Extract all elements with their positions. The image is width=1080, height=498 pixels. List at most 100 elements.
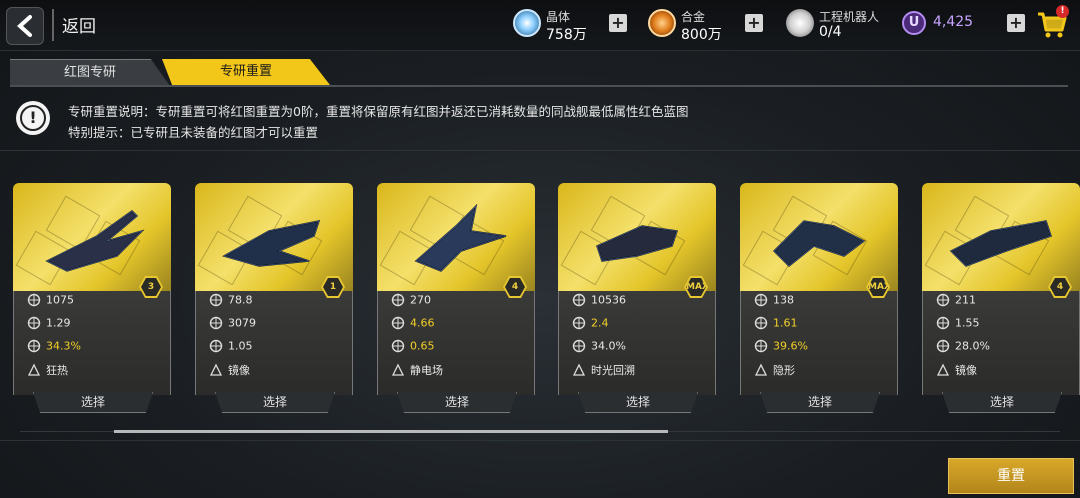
resource-value: 800万 — [681, 27, 722, 43]
stat-value: 28.0% — [955, 339, 990, 353]
skill-row: 静电场 — [391, 362, 443, 378]
stat-row: 34.0% — [572, 339, 626, 355]
stat-value: 39.6% — [773, 339, 808, 353]
rank-badge-label: 4 — [1050, 278, 1070, 296]
crystal-resource: 晶体 758万 — [513, 6, 613, 44]
blueprint-card[interactable]: MAX 10536 2.4 34.0% 时光回溯 选择 — [558, 183, 716, 413]
speed-icon — [572, 339, 586, 353]
stat-row: 3079 — [209, 316, 256, 332]
ammo-icon — [391, 293, 405, 307]
spaceship-image — [222, 220, 321, 267]
crosshair-icon — [209, 339, 223, 353]
add-alloy-button[interactable]: + — [745, 14, 763, 32]
stat-row: 34.3% — [27, 339, 81, 355]
blueprint-card[interactable]: 4 211 1.55 28.0% 镜像选择 — [922, 183, 1080, 413]
stat-row: 2.4 — [572, 316, 609, 332]
select-button[interactable]: 选择 — [33, 392, 153, 413]
skill-name: 时光回溯 — [591, 364, 635, 377]
skill-name: 静电场 — [410, 364, 443, 377]
back-button[interactable] — [6, 7, 44, 45]
rewind-icon — [572, 363, 586, 376]
skill-name: 镜像 — [228, 364, 250, 377]
resource-value: 758万 — [546, 27, 587, 43]
select-button[interactable]: 选择 — [760, 392, 880, 413]
stat-row: 39.6% — [754, 339, 808, 355]
currency-value: 4,425 — [933, 14, 974, 30]
speed-icon — [754, 339, 768, 353]
stat-row: 4.66 — [391, 316, 435, 332]
card-artwork — [377, 183, 535, 291]
chevron-left-icon — [17, 15, 32, 37]
notice-text: 专研重置说明：专研重置可将红图重置为0阶，重置将保留原有红图并返还已消耗数量的同… — [68, 104, 689, 119]
blueprint-card[interactable]: 3 1075 1.29 34.3% 狂热选择 — [13, 183, 171, 413]
card-artwork — [195, 183, 353, 291]
crosshair-icon — [754, 316, 768, 330]
dome-icon — [209, 316, 223, 330]
alloy-icon — [648, 9, 676, 37]
rank-badge-label: 3 — [141, 278, 161, 296]
tab-blueprint-research[interactable]: 红图专研 — [10, 59, 170, 86]
crosshair-icon — [391, 339, 405, 353]
shop-cart-button[interactable]: ! — [1036, 5, 1070, 42]
speed-icon — [936, 339, 950, 353]
stat-value: 1075 — [46, 293, 74, 307]
skill-name: 狂热 — [46, 364, 68, 377]
currency-icon: U — [902, 11, 926, 35]
tab-underline — [10, 85, 1068, 87]
resource-value: 0/4 — [819, 24, 842, 40]
stat-value: 0.65 — [410, 339, 435, 353]
stat-value: 4.66 — [410, 316, 435, 330]
stat-value: 3079 — [228, 316, 256, 330]
spaceship-image — [772, 220, 866, 268]
divider — [52, 9, 54, 41]
notice-tip: 特别提示：已专研且未装备的红图才可以重置 — [68, 125, 319, 140]
stat-row: 138 — [754, 293, 794, 309]
skill-row: 狂热 — [27, 362, 68, 378]
select-button[interactable]: 选择 — [578, 392, 698, 413]
select-button[interactable]: 选择 — [942, 392, 1062, 413]
stat-row: 1.29 — [27, 316, 71, 332]
spaceship-image — [45, 210, 145, 272]
skill-name: 镜像 — [955, 364, 977, 377]
mirror-icon — [936, 363, 950, 376]
select-button[interactable]: 选择 — [397, 392, 517, 413]
stat-value: 1.29 — [46, 316, 71, 330]
bg-line — [0, 150, 1080, 151]
robot-resource: 工程机器人 0/4 — [786, 6, 886, 44]
frenzy-icon — [27, 363, 41, 376]
back-label[interactable]: 返回 — [62, 12, 96, 37]
arrow-icon — [936, 293, 950, 307]
arrow-icon — [754, 293, 768, 307]
select-button[interactable]: 选择 — [215, 392, 335, 413]
stat-value: 78.8 — [228, 293, 253, 307]
add-crystal-button[interactable]: + — [609, 14, 627, 32]
blueprint-card[interactable]: 4 270 4.66 0.65 静电场选择 — [377, 183, 535, 413]
speed-icon — [27, 339, 41, 353]
stat-row: 270 — [391, 293, 431, 309]
crosshair-icon — [27, 316, 41, 330]
robot-icon — [786, 9, 814, 37]
card-artwork — [922, 183, 1080, 291]
skill-row: 镜像 — [936, 362, 977, 378]
top-bar: 返回 晶体 758万 + 合金 800万 + 工程机器人 0/4 U 4,425… — [0, 0, 1080, 51]
tab-research-reset[interactable]: 专研重置 — [162, 59, 330, 85]
blueprint-card[interactable]: MAX 138 1.61 39.6% 隐形 选择 — [740, 183, 898, 413]
stat-row: 1.61 — [754, 316, 798, 332]
crystal-icon — [513, 9, 541, 37]
reset-button[interactable]: 重置 — [948, 458, 1074, 494]
dome-icon — [572, 293, 586, 307]
blueprint-card[interactable]: 1 78.8 3079 1.05 镜像 选择 — [195, 183, 353, 413]
spaceship-image — [949, 220, 1052, 267]
card-artwork — [740, 183, 898, 291]
info-icon: ! — [16, 101, 50, 135]
rank-badge-label: 4 — [505, 278, 525, 296]
stat-row: 211 — [936, 293, 976, 309]
stat-value: 1.55 — [955, 316, 980, 330]
stat-row: 1.55 — [936, 316, 980, 332]
card-artwork — [558, 183, 716, 291]
horizontal-scrollbar[interactable] — [114, 430, 668, 433]
add-currency-button[interactable]: + — [1007, 14, 1025, 32]
stat-value: 1.61 — [773, 316, 798, 330]
stat-row: 78.8 — [209, 293, 253, 309]
resource-name: 晶体 — [546, 10, 571, 24]
